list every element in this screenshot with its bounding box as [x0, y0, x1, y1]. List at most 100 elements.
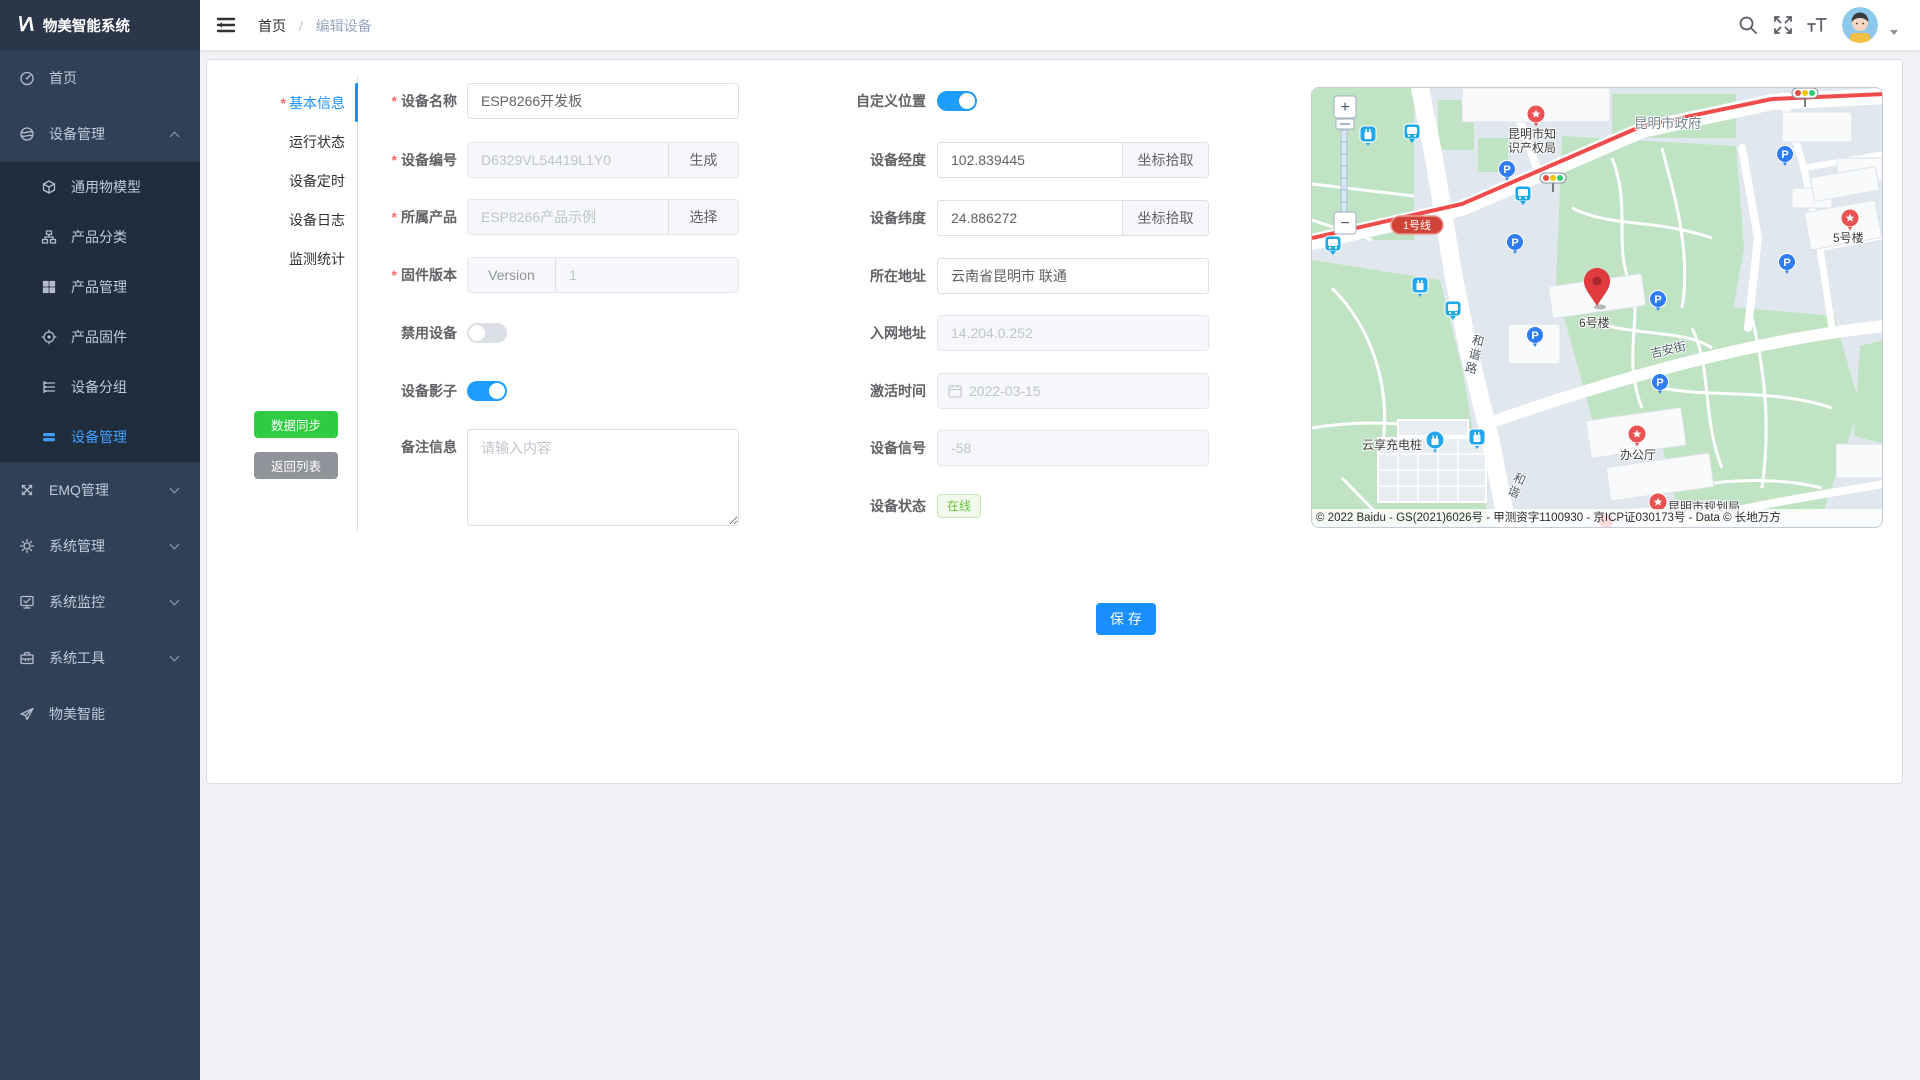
edit-device-panel: *基本信息 运行状态 设备定时 设备日志 监测统计 数据同步 返回列表 *设备名… — [206, 59, 1903, 784]
form-row-disable-device: 禁用设备 — [247, 315, 507, 351]
sidebar-item-label: 设备管理 — [71, 427, 127, 447]
sidebar-item-label: 首页 — [49, 68, 77, 88]
app-title: 物美智能系统 — [43, 15, 130, 36]
save-button[interactable]: 保 存 — [1096, 603, 1156, 635]
sidebar-item-label: 系统工具 — [49, 648, 105, 668]
chevron-down-icon — [170, 651, 180, 661]
breadcrumb: 首页 / 编辑设备 — [258, 16, 372, 36]
chevron-up-icon — [170, 131, 180, 141]
field-label: 设备纬度 — [727, 200, 926, 236]
form-row-device-shadow: 设备影子 — [247, 373, 507, 409]
svg-text:P: P — [1654, 294, 1661, 306]
sidebar-item-product-firmware[interactable]: 产品固件 — [0, 312, 200, 362]
form-row-product: *所属产品 选择 — [247, 199, 739, 235]
chevron-down-icon — [170, 595, 180, 605]
device-mgmt-submenu: 通用物模型 产品分类 产品管理 产品固件 设备分组 设备管理 — [0, 162, 200, 462]
gear-icon — [19, 538, 35, 554]
field-label: 设备状态 — [727, 488, 926, 524]
sidebar-item-device-mgmt[interactable]: 设备管理 — [0, 106, 200, 162]
sidebar-item-device-list[interactable]: 设备管理 — [0, 412, 200, 462]
sidebar-item-product-mgmt[interactable]: 产品管理 — [0, 262, 200, 312]
activation-time-input: 2022-03-15 — [937, 373, 1209, 409]
map-copyright: © 2022 Baidu - GS(2021)6026号 - 甲测资字11009… — [1312, 509, 1882, 527]
avatar-caret-icon[interactable] — [1890, 30, 1898, 35]
svg-text:P: P — [1511, 237, 1518, 249]
required-mark: * — [392, 152, 397, 168]
sidebar-menu: 首页 设备管理 通用物模型 产品分类 产品管理 产品固件 — [0, 50, 200, 742]
form-row-longitude: 设备经度 坐标拾取 — [727, 142, 1209, 178]
fullscreen-icon[interactable] — [1772, 14, 1794, 36]
metro-line-badge: 1号线 — [1391, 216, 1443, 234]
required-mark: * — [392, 93, 397, 109]
font-size-icon[interactable] — [1806, 14, 1828, 36]
latitude-input[interactable] — [938, 201, 1122, 235]
form-row-device-serial: *设备编号 生成 — [247, 142, 739, 178]
required-mark: * — [392, 267, 397, 283]
sidebar-item-thing-model[interactable]: 通用物模型 — [0, 162, 200, 212]
sidebar-item-label: 系统管理 — [49, 536, 105, 556]
sidebar-item-label: 产品分类 — [71, 227, 127, 247]
sidebar-item-system-mgmt[interactable]: 系统管理 — [0, 518, 200, 574]
form-row-device-name: *设备名称 — [247, 83, 739, 119]
toggle-knob — [489, 383, 505, 399]
toggle-knob — [959, 93, 975, 109]
cube-icon — [41, 179, 57, 195]
field-label: 备注信息 — [247, 429, 457, 465]
app-logo[interactable]: \Λ 物美智能系统 — [0, 0, 200, 50]
globe-layers-icon — [19, 126, 35, 142]
custom-location-toggle[interactable] — [937, 91, 977, 111]
sidebar-item-wumei[interactable]: 物美智能 — [0, 686, 200, 742]
zoom-out-glyph: − — [1340, 215, 1349, 232]
sidebar-item-emq[interactable]: EMQ管理 — [0, 462, 200, 518]
address-input[interactable] — [937, 258, 1209, 294]
sitemap-icon — [41, 229, 57, 245]
pick-coordinate-button[interactable]: 坐标拾取 — [1122, 201, 1208, 235]
paper-plane-icon — [19, 706, 35, 722]
sidebar-item-product-category[interactable]: 产品分类 — [0, 212, 200, 262]
device-shadow-toggle[interactable] — [467, 381, 507, 401]
field-label: 设备影子 — [247, 373, 457, 409]
avatar[interactable] — [1842, 7, 1878, 43]
sidebar-item-system-tools[interactable]: 系统工具 — [0, 630, 200, 686]
app-logo-icon: \Λ — [18, 14, 33, 37]
form-row-remark: 备注信息 — [247, 429, 739, 526]
field-label: 所在地址 — [727, 258, 926, 294]
map-canvas[interactable]: 1号线 P P P P P P — [1312, 88, 1883, 528]
baidu-map[interactable]: 1号线 P P P P P P — [1311, 87, 1883, 528]
device-list-icon — [41, 429, 57, 445]
breadcrumb-home[interactable]: 首页 — [258, 18, 286, 34]
device-group-icon — [41, 379, 57, 395]
field-label: *设备编号 — [247, 142, 457, 178]
sidebar-item-label: EMQ管理 — [49, 480, 109, 500]
calendar-icon — [948, 384, 962, 398]
remark-textarea[interactable] — [467, 429, 739, 526]
field-label: 设备经度 — [727, 142, 926, 178]
dashboard-icon — [19, 70, 35, 86]
sidebar-item-label: 系统监控 — [49, 592, 105, 612]
latitude-group: 坐标拾取 — [937, 200, 1209, 236]
pick-coordinate-button[interactable]: 坐标拾取 — [1122, 143, 1208, 177]
sidebar-item-system-monitor[interactable]: 系统监控 — [0, 574, 200, 630]
longitude-input[interactable] — [938, 143, 1122, 177]
sidebar-item-home[interactable]: 首页 — [0, 50, 200, 106]
form-row-custom-location: 自定义位置 — [727, 83, 977, 119]
network-address-input — [937, 315, 1209, 351]
required-mark: * — [392, 209, 397, 225]
sidebar-item-label: 产品管理 — [71, 277, 127, 297]
disable-device-toggle[interactable] — [467, 323, 507, 343]
avatar-image — [1842, 7, 1878, 43]
sidebar-collapse-icon[interactable] — [216, 15, 236, 35]
device-name-input[interactable] — [467, 83, 739, 119]
longitude-group: 坐标拾取 — [937, 142, 1209, 178]
svg-text:P: P — [1656, 377, 1663, 389]
search-icon[interactable] — [1737, 14, 1759, 36]
svg-text:P: P — [1783, 257, 1790, 269]
field-label: *设备名称 — [247, 83, 457, 119]
form-row-activation-time: 激活时间 2022-03-15 — [727, 373, 1209, 409]
firmware-version-prefix: Version — [468, 258, 556, 292]
sidebar-item-device-group[interactable]: 设备分组 — [0, 362, 200, 412]
field-label: 入网地址 — [727, 315, 926, 351]
firmware-icon — [41, 329, 57, 345]
device-serial-group: 生成 — [467, 142, 739, 178]
status-badge: 在线 — [937, 494, 981, 518]
